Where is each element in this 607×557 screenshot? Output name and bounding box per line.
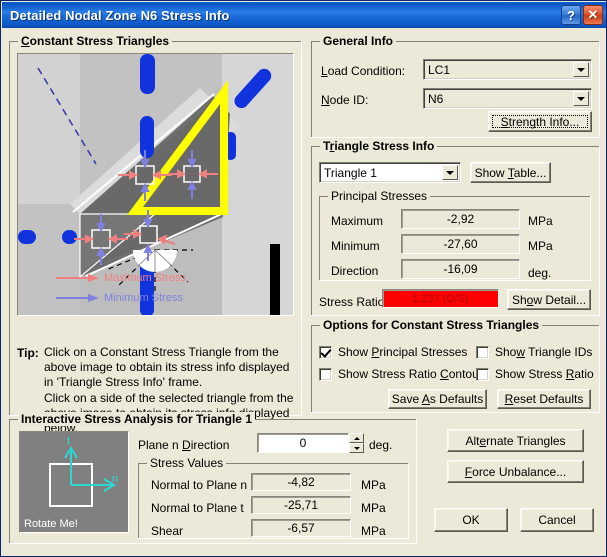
checkbox-label: Show Principal Stresses: [338, 345, 468, 359]
help-icon[interactable]: ?: [561, 5, 581, 25]
general-info-title: General Info: [320, 34, 397, 48]
rotate-preview[interactable]: t n Rotate Me!: [19, 431, 129, 533]
strength-info-label: Strength Info...: [500, 114, 580, 129]
show-detail-label: Show Detail...: [511, 292, 587, 307]
stress-triangle-image[interactable]: Maximum Stress Minimum Stress: [17, 53, 294, 316]
stress-ratio-label: Stress Ratio: [319, 295, 385, 309]
ok-button[interactable]: OK: [434, 508, 508, 532]
normal-plane-t-value: -25,71: [251, 496, 351, 514]
node-id-value: N6: [428, 91, 444, 106]
close-icon[interactable]: ✕: [583, 5, 603, 25]
plane-direction-unit: deg.: [369, 438, 393, 452]
checkbox-box-icon[interactable]: [476, 345, 489, 359]
force-unbalance-button[interactable]: Force Unbalance...: [447, 460, 584, 483]
show-table-label: Show Table...: [474, 165, 547, 180]
show-detail-button[interactable]: Show Detail...: [507, 289, 591, 310]
min-stress-arrow-icon: [56, 294, 99, 302]
options-title: Options for Constant Stress Triangles: [320, 318, 543, 332]
checkbox-label: Show Stress Ratio Contour: [338, 367, 483, 381]
plane-direction-input[interactable]: 0: [257, 433, 349, 453]
force-unbalance-label: Force Unbalance...: [464, 464, 567, 479]
load-condition-select[interactable]: LC1: [423, 59, 592, 80]
reset-defaults-label: Reset Defaults: [504, 392, 584, 406]
plane-direction-label: Plane n Direction: [138, 438, 230, 452]
node-id-label: Node ID:: [321, 93, 369, 107]
triangle-select[interactable]: Triangle 1: [319, 162, 461, 183]
normal-plane-t-unit: MPa: [361, 501, 386, 515]
shear-unit: MPa: [361, 524, 386, 538]
checkbox-label: Show Triangle IDs: [495, 345, 593, 359]
max-stress-arrow-icon: [56, 274, 99, 282]
checkbox-box-icon[interactable]: [319, 367, 332, 381]
stress-ratio-badge: 1,237 (O/S): [382, 289, 499, 308]
interactive-title: Interactive Stress Analysis for Triangle…: [18, 412, 255, 426]
legend-maximum-stress: Maximum Stress: [56, 272, 186, 284]
show-table-button[interactable]: Show Table...: [470, 162, 551, 183]
rotate-me-label: Rotate Me!: [24, 518, 78, 530]
normal-plane-n-unit: MPa: [361, 478, 386, 492]
stepper-up-button[interactable]: [349, 433, 364, 443]
checkbox-label: Show Stress Ratio: [495, 367, 594, 381]
shear-label: Shear: [151, 524, 184, 538]
direction-unit: deg.: [528, 266, 552, 280]
checkbox-show-stress-ratio[interactable]: Show Stress Ratio: [476, 367, 594, 381]
tip-label: Tip:: [17, 346, 39, 360]
minimum-value: -27,60: [401, 234, 520, 254]
load-condition-label: Load Condition:: [321, 64, 406, 78]
reset-defaults-button[interactable]: Reset Defaults: [497, 389, 591, 409]
legend-label-max: Maximum Stress: [104, 272, 186, 284]
constant-stress-triangles-title: Constant Stress Triangles: [18, 34, 173, 48]
cancel-button[interactable]: Cancel: [520, 508, 594, 532]
strength-info-button[interactable]: Strength Info...: [488, 111, 592, 132]
normal-plane-t-label: Normal to Plane t: [151, 501, 244, 515]
stress-values-title: Stress Values: [147, 456, 227, 470]
direction-label: Direction: [331, 264, 379, 278]
maximum-label: Maximum: [331, 214, 384, 228]
save-as-defaults-button[interactable]: Save As Defaults: [388, 389, 487, 409]
checkbox-show-stress-ratio-contour[interactable]: Show Stress Ratio Contour: [319, 367, 483, 381]
maximum-unit: MPa: [528, 214, 553, 228]
checkbox-box-icon[interactable]: [476, 367, 489, 381]
alternate-triangles-button[interactable]: Alternate Triangles: [447, 429, 584, 452]
triangle-stress-info-title: Triangle Stress Info: [320, 139, 438, 153]
shear-value: -6,57: [251, 519, 351, 537]
alternate-triangles-label: Alternate Triangles: [465, 433, 566, 448]
legend-label-min: Minimum Stress: [104, 292, 183, 304]
node-id-select[interactable]: N6: [423, 88, 592, 109]
normal-plane-n-value: -4,82: [251, 473, 351, 491]
tip-paragraph-1: Click on a Constant Stress Triangle from…: [44, 345, 290, 389]
triangle-select-value: Triangle 1: [324, 165, 377, 180]
axis-n-label: n: [112, 473, 118, 485]
minimum-unit: MPa: [528, 239, 553, 253]
chevron-down-icon[interactable]: [573, 91, 589, 106]
axis-t-label: t: [67, 435, 70, 447]
normal-plane-n-label: Normal to Plane n: [151, 478, 248, 492]
title-bar-buttons: ? ✕: [561, 5, 603, 25]
window-title: Detailed Nodal Zone N6 Stress Info: [10, 7, 230, 23]
detailed-nodal-zone-dialog: Detailed Nodal Zone N6 Stress Info ? ✕ C…: [0, 0, 607, 557]
plane-direction-stepper[interactable]: [349, 433, 364, 453]
load-condition-value: LC1: [428, 62, 451, 77]
checkbox-show-principal-stresses[interactable]: Show Principal Stresses: [319, 345, 467, 359]
save-as-defaults-label: Save As Defaults: [391, 392, 484, 406]
chevron-down-icon[interactable]: [442, 165, 458, 180]
stepper-down-button[interactable]: [349, 443, 364, 453]
minimum-label: Minimum: [331, 239, 380, 253]
legend-minimum-stress: Minimum Stress: [56, 292, 183, 304]
title-bar: Detailed Nodal Zone N6 Stress Info ? ✕: [2, 2, 606, 28]
direction-value: -16,09: [401, 259, 520, 279]
maximum-value: -2,92: [401, 209, 520, 229]
chevron-down-icon[interactable]: [573, 62, 589, 77]
checkbox-box-icon[interactable]: [319, 345, 332, 359]
principal-stresses-title: Principal Stresses: [328, 189, 431, 203]
checkbox-show-triangle-ids[interactable]: Show Triangle IDs: [476, 345, 592, 359]
